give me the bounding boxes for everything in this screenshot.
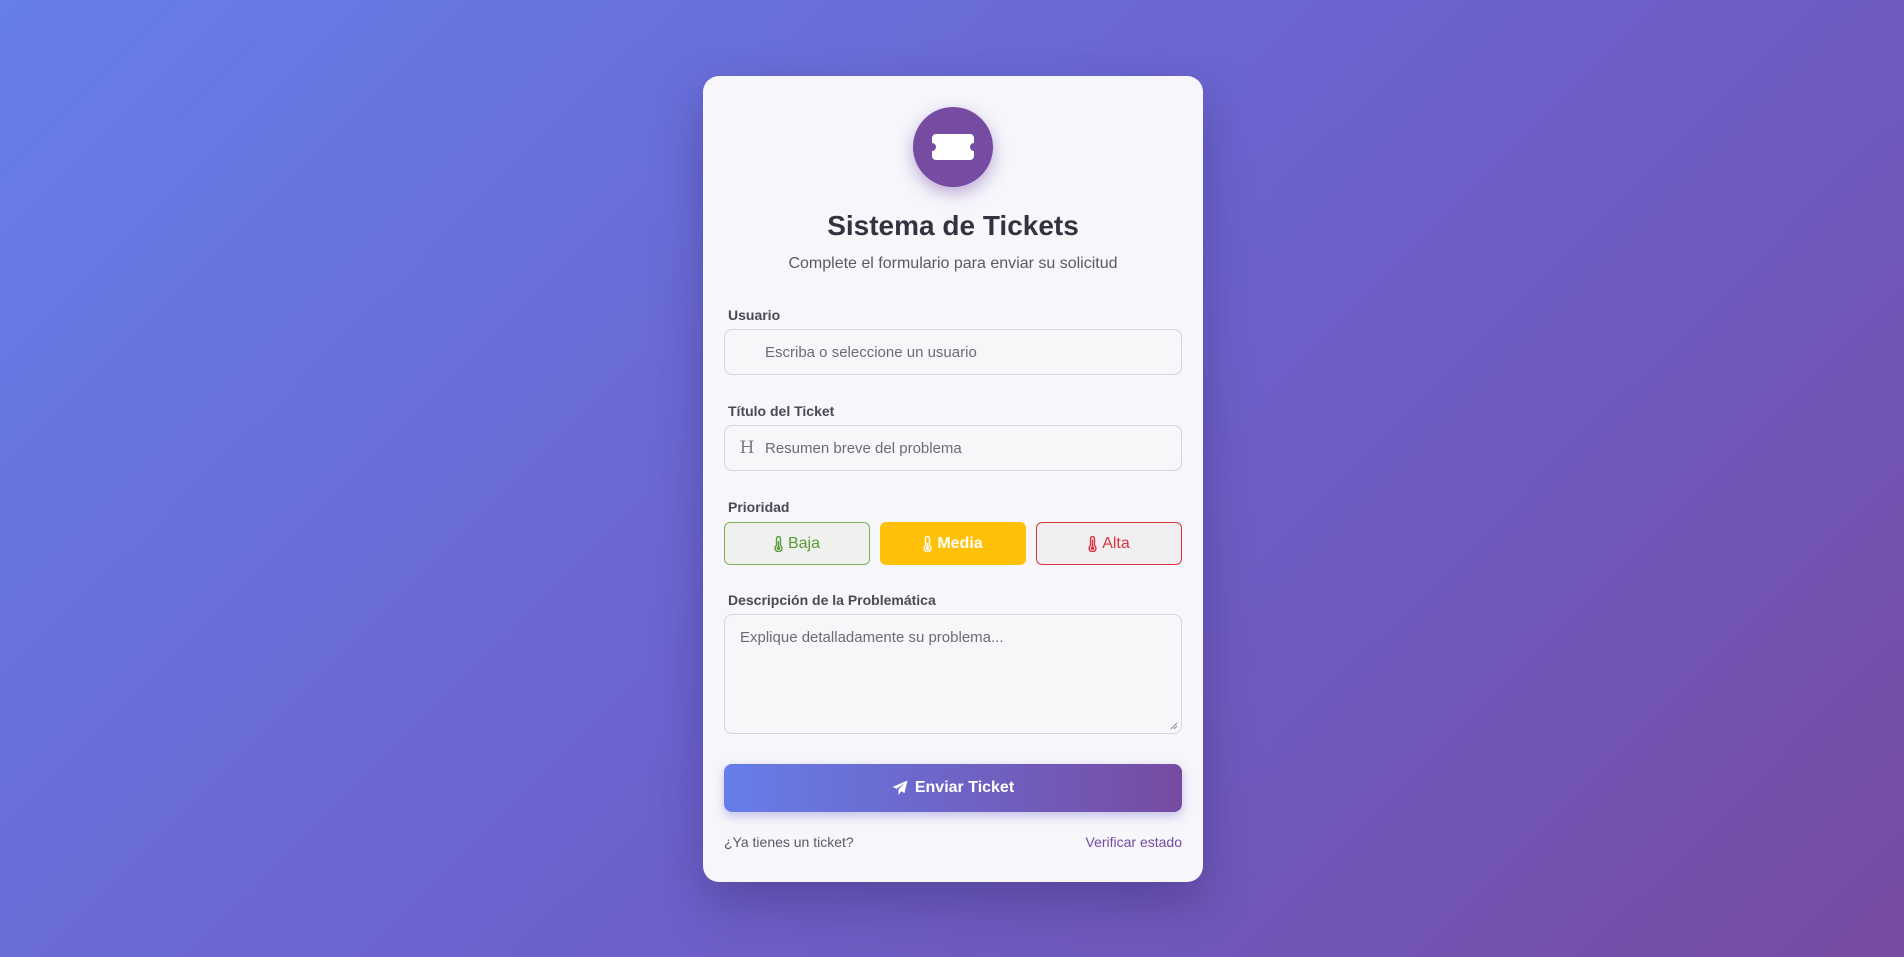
resize-handle-icon[interactable] [1170,722,1178,730]
page-subtitle: Complete el formulario para enviar su so… [788,255,1118,272]
description-label: Descripción de la Problemática [728,592,936,608]
priority-label: Prioridad [728,499,790,515]
submit-label: Enviar Ticket [914,779,1015,796]
priority-medium-button[interactable]: Media [880,522,1026,565]
priority-high-button[interactable]: Alta [1036,522,1182,565]
check-status-link[interactable]: Verificar estado [1086,834,1183,850]
priority-low-label: Baja [787,534,821,552]
priority-medium-label: Media [937,534,983,552]
thermometer-icon [774,535,783,552]
user-input-placeholder: Escriba o seleccione un usuario [765,343,977,361]
thermometer-icon [1088,535,1097,552]
ticket-title-input[interactable]: H Resumen breve del problema [724,425,1182,471]
paper-plane-icon [892,780,908,795]
priority-high-label: Alta [1102,534,1130,552]
ticket-title-placeholder: Resumen breve del problema [765,439,962,457]
submit-ticket-button[interactable]: Enviar Ticket [724,764,1182,812]
ticket-form-card: Sistema de Tickets Complete el formulari… [703,76,1203,882]
ticket-title-label: Título del Ticket [728,403,835,419]
description-placeholder: Explique detalladamente su problema... [740,629,1004,646]
user-input[interactable]: Escriba o seleccione un usuario [724,329,1182,375]
ticket-icon [932,134,974,160]
thermometer-icon [923,535,932,552]
user-label: Usuario [728,307,781,323]
existing-ticket-question: ¿Ya tienes un ticket? [724,834,854,850]
priority-low-button[interactable]: Baja [724,522,870,565]
page-title: Sistema de Tickets [827,210,1079,241]
heading-icon: H [739,438,755,458]
description-textarea[interactable]: Explique detalladamente su problema... [724,614,1182,734]
logo-badge [913,107,993,187]
